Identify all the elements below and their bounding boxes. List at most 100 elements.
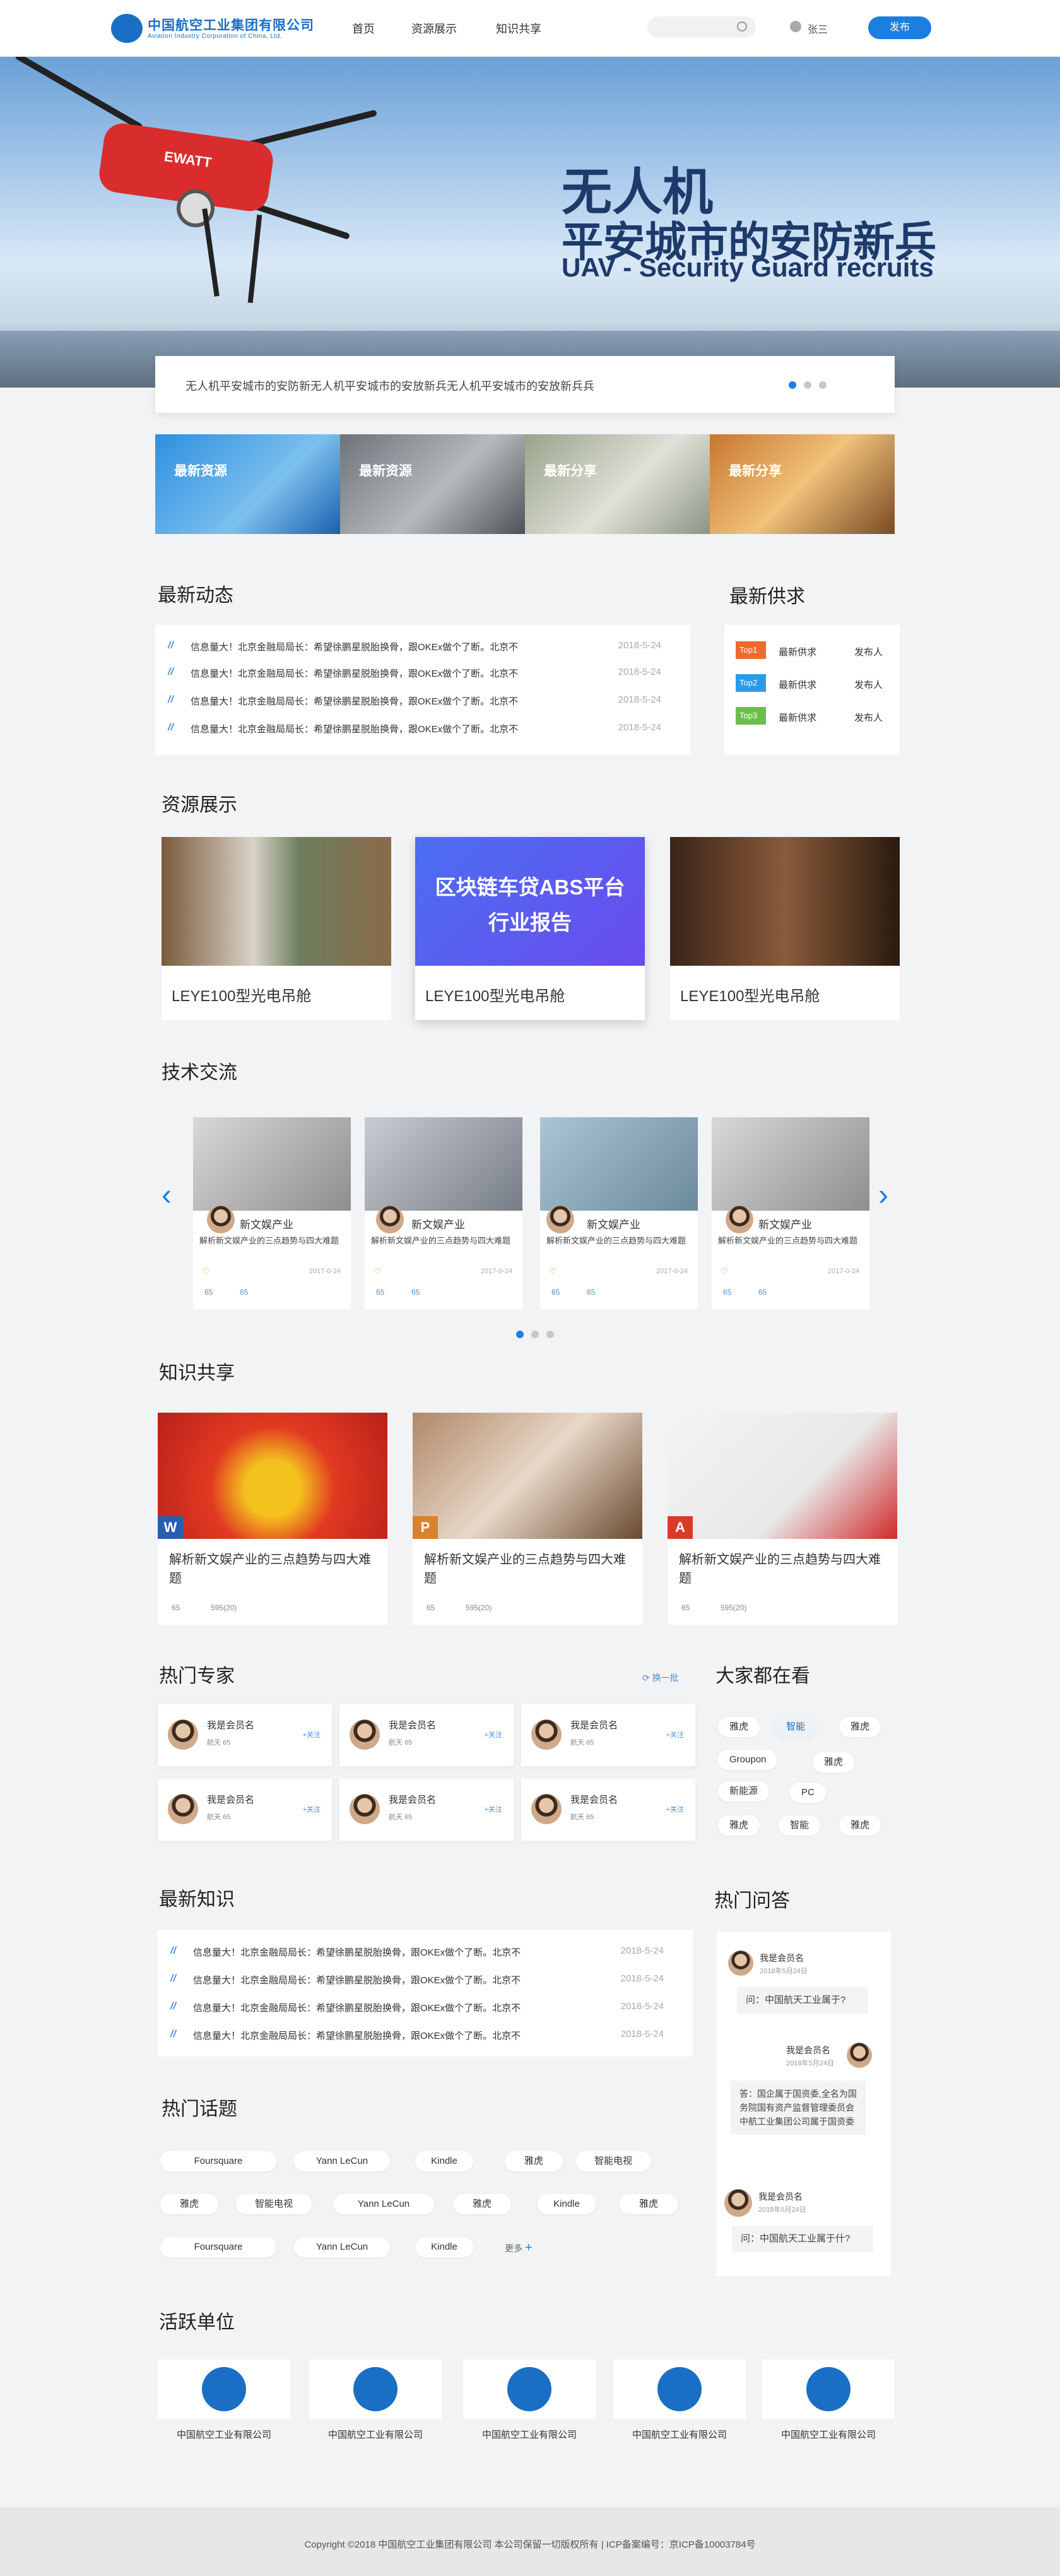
tag-pill[interactable]: PC: [790, 1783, 826, 1803]
topic-pill[interactable]: 雅虎: [620, 2194, 678, 2214]
tech-card[interactable]: 新文娱产业 解析新文娱产业的三点趋势与四大难题 ♡ 2017-0-24 65 6…: [712, 1117, 869, 1309]
topic-pill[interactable]: Kindle: [415, 2237, 473, 2257]
knowledge-title-text[interactable]: 解析新文娱产业的三点趋势与四大难题: [679, 1550, 887, 1588]
news-text[interactable]: 信息量大！北京金融局局长：希望徐鹏星脱胎换骨，跟OKEx做个了断。北京不: [191, 640, 518, 653]
tag-pill[interactable]: 雅虎: [839, 1815, 881, 1836]
news-text[interactable]: 信息量大！北京金融局局长：希望徐鹏星脱胎换骨，跟OKEx做个了断。北京不: [191, 667, 518, 680]
tech-desc[interactable]: 解析新文娱产业的三点趋势与四大难题: [718, 1235, 867, 1247]
notice-bar[interactable]: 无人机平安城市的安防新无人机平安城市的安放新兵无人机平安城市的安放新兵兵: [155, 356, 895, 413]
tag-pill[interactable]: Groupon: [718, 1750, 778, 1770]
topic-pill[interactable]: Foursquare: [160, 2237, 276, 2257]
list-item[interactable]: // 信息量大！北京金融局局长：希望徐鹏星脱胎换骨，跟OKEx做个了断。北京不 20…: [158, 1995, 693, 2020]
resource-caption[interactable]: LEYE100型光电吊舱: [425, 983, 565, 1006]
knowledge-card[interactable]: P 解析新文娱产业的三点趋势与四大难题 65 595(20): [413, 1413, 642, 1625]
expert-name[interactable]: 我是会员名: [207, 1718, 254, 1731]
qa-answer[interactable]: 答：国企属于国资委,全名为国务院国有资产监督管理委员会 中航工业集团公司属于国资…: [731, 2080, 866, 2135]
expert-name[interactable]: 我是会员名: [570, 1718, 618, 1731]
search-icon[interactable]: [737, 21, 747, 32]
topic-pill[interactable]: Kindle: [415, 2151, 473, 2171]
tag-pill[interactable]: 新能源: [718, 1781, 770, 1801]
refresh-button[interactable]: ⟳ 换一批: [642, 1671, 679, 1684]
tech-name[interactable]: 新文娱产业: [411, 1216, 465, 1232]
unit-name[interactable]: 中国航空工业有限公司: [158, 2428, 290, 2441]
follow-button[interactable]: +关注: [485, 1804, 502, 1814]
comment-count[interactable]: 65: [758, 1288, 767, 1297]
tech-dot-3[interactable]: [546, 1331, 554, 1338]
unit-card[interactable]: [158, 2359, 290, 2419]
list-item[interactable]: // 信息量大！北京金融局局长：希望徐鹏星脱胎换骨，跟OKEx做个了断。北京不 20…: [155, 716, 690, 741]
news-text[interactable]: 信息量大！北京金融局局长：希望徐鹏星脱胎换骨，跟OKEx做个了断。北京不: [193, 2029, 521, 2042]
tech-desc[interactable]: 解析新文娱产业的三点趋势与四大难题: [199, 1235, 348, 1247]
supply-item[interactable]: 最新供求: [779, 645, 816, 658]
nav-home[interactable]: 首页: [352, 20, 375, 37]
tech-desc[interactable]: 解析新文娱产业的三点趋势与四大难题: [371, 1235, 520, 1247]
logo-title[interactable]: 中国航空工业集团有限公司: [148, 15, 314, 34]
list-item[interactable]: // 信息量大！北京金融局局长：希望徐鹏星脱胎换骨，跟OKEx做个了断。北京不 20…: [158, 2022, 693, 2048]
expert-name[interactable]: 我是会员名: [389, 1793, 436, 1806]
expert-name[interactable]: 我是会员名: [207, 1793, 254, 1806]
tech-dot-2[interactable]: [531, 1331, 539, 1338]
user-name[interactable]: 张三: [808, 21, 828, 36]
search-input[interactable]: [647, 16, 756, 38]
topic-pill[interactable]: 智能电视: [575, 2151, 651, 2171]
topic-pill[interactable]: Kindle: [538, 2194, 596, 2214]
topic-pill[interactable]: 雅虎: [160, 2194, 218, 2214]
tech-name[interactable]: 新文娱产业: [240, 1216, 293, 1232]
carousel-dot-1[interactable]: [789, 381, 796, 389]
heart-icon[interactable]: ♡: [374, 1266, 382, 1277]
follow-button[interactable]: +关注: [303, 1804, 321, 1814]
tag-pill[interactable]: 雅虎: [839, 1717, 881, 1737]
tag-pill[interactable]: 智能: [775, 1717, 817, 1737]
supply-item[interactable]: 最新供求: [779, 678, 816, 691]
download-count[interactable]: 595(20): [721, 1603, 746, 1612]
heart-icon[interactable]: ♡: [202, 1266, 210, 1277]
tech-desc[interactable]: 解析新文娱产业的三点趋势与四大难题: [546, 1235, 695, 1247]
unit-card[interactable]: [309, 2359, 442, 2419]
unit-card[interactable]: [613, 2359, 746, 2419]
unit-card[interactable]: [463, 2359, 596, 2419]
topic-pill[interactable]: Yann LeCun: [333, 2194, 434, 2214]
follow-button[interactable]: +关注: [666, 1730, 684, 1740]
expert-card[interactable]: 我是会员名 航天 65 +关注: [521, 1704, 695, 1766]
resource-card[interactable]: 区块链车贷ABS平台 行业报告 LEYE100型光电吊舱: [415, 837, 645, 1020]
expert-name[interactable]: 我是会员名: [570, 1793, 618, 1806]
news-text[interactable]: 信息量大！北京金融局局长：希望徐鹏星脱胎换骨，跟OKEx做个了断。北京不: [191, 694, 518, 708]
tech-dot-1[interactable]: [516, 1331, 524, 1338]
heart-icon[interactable]: ♡: [549, 1266, 557, 1277]
nav-knowledge[interactable]: 知识共享: [496, 20, 541, 37]
carousel-dot-2[interactable]: [804, 381, 811, 389]
more-topics-link[interactable]: 更多 +: [505, 2241, 533, 2255]
knowledge-title-text[interactable]: 解析新文娱产业的三点趋势与四大难题: [169, 1550, 377, 1588]
tech-card[interactable]: 新文娱产业 解析新文娱产业的三点趋势与四大难题 ♡ 2017-0-24 65 6…: [540, 1117, 698, 1309]
like-count[interactable]: 65: [376, 1288, 384, 1297]
unit-name[interactable]: 中国航空工业有限公司: [762, 2428, 895, 2441]
supply-publisher[interactable]: 发布人: [854, 711, 883, 724]
tech-card[interactable]: 新文娱产业 解析新文娱产业的三点趋势与四大难题 ♡ 2017-0-24 65 6…: [193, 1117, 351, 1309]
list-item[interactable]: // 信息量大！北京金融局局长：希望徐鹏星脱胎换骨，跟OKEx做个了断。北京不 20…: [155, 688, 690, 713]
nav-resources[interactable]: 资源展示: [411, 20, 457, 37]
notice-text[interactable]: 无人机平安城市的安防新无人机平安城市的安放新兵无人机平安城市的安放新兵兵: [186, 377, 594, 394]
heart-icon[interactable]: ♡: [721, 1266, 729, 1277]
resource-card[interactable]: LEYE100型光电吊舱: [162, 837, 391, 1020]
tag-pill[interactable]: 雅虎: [813, 1752, 855, 1772]
supply-item[interactable]: 最新供求: [779, 711, 816, 724]
knowledge-title-text[interactable]: 解析新文娱产业的三点趋势与四大难题: [424, 1550, 632, 1588]
tech-card[interactable]: 新文娱产业 解析新文娱产业的三点趋势与四大难题 ♡ 2017-0-24 65 6…: [365, 1117, 522, 1309]
qa-question[interactable]: 问：中国航天工业属于?: [737, 1987, 868, 2014]
unit-name[interactable]: 中国航空工业有限公司: [613, 2428, 746, 2441]
topic-pill[interactable]: Yann LeCun: [294, 2151, 390, 2171]
topic-pill[interactable]: 智能电视: [236, 2194, 312, 2214]
tag-pill[interactable]: 雅虎: [718, 1717, 760, 1737]
unit-card[interactable]: [762, 2359, 895, 2419]
resource-caption[interactable]: LEYE100型光电吊舱: [172, 983, 311, 1006]
tile-latest-share-1[interactable]: 最新分享: [525, 434, 710, 534]
publish-button[interactable]: 发布: [868, 16, 931, 39]
hero-banner[interactable]: EWATT 无人机 平安城市的安防新兵 UAV - Security Guard…: [0, 57, 1060, 388]
knowledge-card[interactable]: A 解析新文娱产业的三点趋势与四大难题 65 595(20): [668, 1413, 897, 1625]
topic-pill[interactable]: 雅虎: [453, 2194, 511, 2214]
follow-button[interactable]: +关注: [666, 1804, 684, 1814]
news-text[interactable]: 信息量大！北京金融局局长：希望徐鹏星脱胎换骨，跟OKEx做个了断。北京不: [193, 2001, 521, 2014]
follow-button[interactable]: +关注: [303, 1730, 321, 1740]
qa-user[interactable]: 我是会员名: [758, 2190, 803, 2203]
tech-name[interactable]: 新文娱产业: [758, 1216, 812, 1232]
